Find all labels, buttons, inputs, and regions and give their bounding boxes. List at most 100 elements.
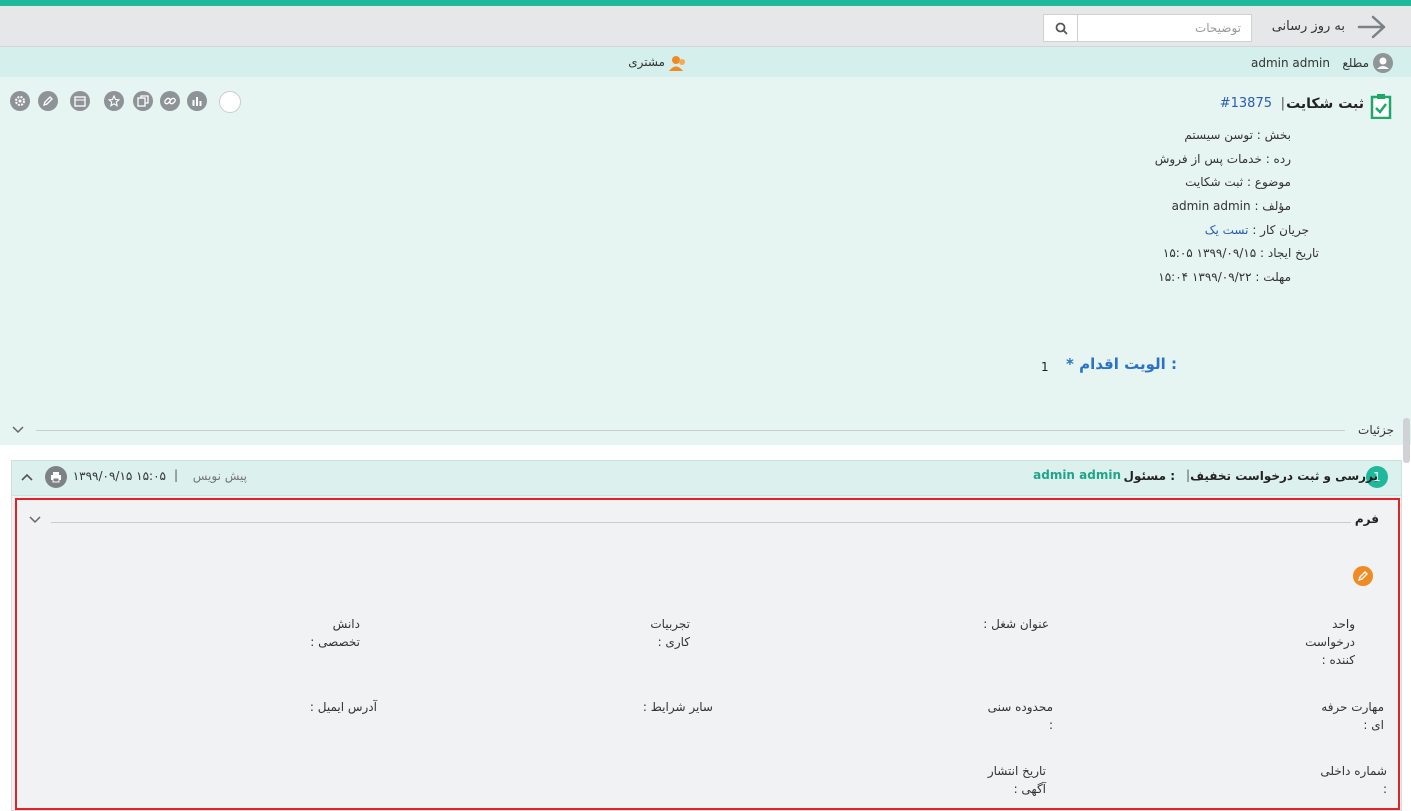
field-label-line: عنوان شغل : [983, 617, 1049, 631]
form-field-work-experience: تجربیات کاری : [650, 615, 690, 651]
field-label-line: تاریخ انتشار [987, 764, 1046, 778]
field-value: admin admin [1171, 199, 1251, 213]
field-subject: موضوع : ثبت شکایت [1185, 175, 1291, 189]
pencil-icon [42, 96, 53, 107]
step-title: بررسی و ثبت درخواست تخفیف [1190, 469, 1378, 483]
step-separator: | [1185, 468, 1190, 482]
link-button[interactable] [160, 91, 180, 111]
form-field-other-conditions: سایر شرایط : [643, 698, 713, 716]
workflow-link[interactable]: تست یک [1205, 223, 1249, 237]
field-value: توسن سیستم [1184, 128, 1253, 142]
form-field-extension: شماره داخلی : [1320, 762, 1387, 798]
user-avatar-icon [1373, 53, 1393, 73]
field-deadline: مهلت : ۱۳۹۹/۰۹/۲۲ ۱۵:۰۴ [1158, 270, 1291, 284]
field-created: تاریخ ایجاد : ۱۳۹۹/۰۹/۱۵ ۱۵:۰۵ [1163, 246, 1319, 260]
settings-button[interactable] [10, 91, 30, 111]
field-workflow: جریان کار : تست یک [1205, 223, 1309, 237]
step-status: پیش نویس [192, 469, 247, 483]
responsible-label: مسئول : [1123, 469, 1175, 483]
field-label-line: کاری : [657, 635, 690, 649]
chevron-down-icon[interactable] [12, 423, 24, 435]
field-label-line: تخصصی : [310, 635, 360, 649]
field-label-line: دانش [332, 617, 360, 631]
form-field-publish-date: تاریخ انتشار آگهی : [988, 762, 1046, 798]
field-label: مهلت : [1255, 270, 1291, 284]
field-label: تاریخ ایجاد : [1260, 246, 1319, 260]
field-value: خدمات پس از فروش [1154, 152, 1262, 166]
field-label: مؤلف : [1254, 199, 1291, 213]
refresh-button[interactable]: به روز رسانی [1272, 19, 1345, 34]
favorite-button[interactable] [104, 91, 124, 111]
field-label-line: : [1048, 718, 1053, 732]
form-divider [51, 522, 1351, 523]
search-input[interactable] [1077, 14, 1252, 42]
copy-icon [137, 95, 149, 107]
report-button[interactable] [187, 91, 207, 111]
details-section-header: جزئیات [0, 418, 1411, 444]
field-value: ۱۳۹۹/۰۹/۱۵ ۱۵:۰۵ [1162, 246, 1257, 260]
calendar-icon [74, 96, 86, 107]
field-value: ثبت شکایت [1185, 175, 1244, 189]
field-label-line: آدرس ایمیل : [309, 700, 377, 714]
field-label-line: آگهی : [1013, 782, 1046, 796]
title-separator: | [1280, 96, 1285, 111]
print-button[interactable] [45, 466, 67, 488]
ticket-title: ثبت شکایت [1286, 96, 1364, 112]
ticket-id-link[interactable]: #13875 [1220, 96, 1272, 111]
search-button[interactable] [1043, 14, 1078, 42]
field-label-line: مهارت حرفه [1321, 700, 1384, 714]
search-icon [1055, 22, 1068, 35]
scrollbar-thumb[interactable] [1403, 418, 1410, 463]
priority-label: * الویت اقدام : [1066, 355, 1177, 373]
customer-label: مشتری [628, 55, 665, 69]
form-field-expertise: دانش تخصصی : [310, 615, 360, 651]
field-label-line: سایر شرایط : [642, 700, 713, 714]
field-label-line: واحد [1332, 617, 1355, 631]
step-date: ۱۳۹۹/۰۹/۱۵ ۱۵:۰۵ [72, 469, 166, 483]
star-icon [108, 95, 120, 107]
field-label-line: کننده : [1321, 653, 1355, 667]
field-label-line: ای : [1363, 718, 1384, 732]
responsible-user: admin admin [1033, 468, 1121, 482]
form-field-age-range: محدوده سنی : [988, 698, 1053, 734]
field-category: رده : خدمات پس از فروش [1155, 152, 1291, 166]
field-label: موضوع : [1246, 175, 1291, 189]
form-highlight-box [15, 498, 1400, 810]
form-field-email: آدرس ایمیل : [310, 698, 377, 716]
field-label-line: تجربیات [650, 617, 690, 631]
field-value: ۱۳۹۹/۰۹/۲۲ ۱۵:۰۴ [1158, 270, 1252, 284]
step-separator: | [173, 468, 178, 482]
form-field-requesting-unit: واحد درخواست کننده : [1305, 615, 1355, 669]
field-label: بخش : [1256, 128, 1291, 142]
form-field-job-title: عنوان شغل : [983, 615, 1049, 633]
calendar-button[interactable] [70, 91, 90, 111]
copy-button[interactable] [133, 91, 153, 111]
form-edit-button[interactable] [1353, 566, 1373, 586]
chevron-down-icon[interactable] [29, 513, 41, 525]
field-label: جریان کار : [1252, 223, 1309, 237]
field-label-line: درخواست [1305, 635, 1355, 649]
edit-button[interactable] [38, 91, 58, 111]
bar-chart-icon [192, 97, 202, 106]
field-label-line: : [1382, 782, 1387, 796]
printer-icon [51, 472, 61, 483]
details-divider [36, 430, 1345, 431]
informed-user: admin admin [1250, 56, 1330, 70]
field-author: مؤلف : admin admin [1172, 199, 1291, 213]
link-icon [164, 97, 176, 105]
field-label-line: شماره داخلی [1320, 764, 1387, 778]
chevron-up-icon[interactable] [20, 471, 34, 483]
info-bar [0, 47, 1411, 77]
priority-value: 1 [1041, 360, 1049, 374]
details-label: جزئیات [1358, 423, 1394, 437]
field-label-line: محدوده سنی [987, 700, 1053, 714]
field-section: بخش : توسن سیستم [1184, 128, 1291, 142]
toolbar: به روز رسانی [0, 6, 1411, 47]
informed-label: مطلع [1342, 56, 1369, 70]
gear-icon [15, 96, 25, 106]
status-circle-toggle[interactable] [219, 91, 241, 113]
back-arrow-icon[interactable] [1357, 14, 1387, 40]
field-label: رده : [1265, 152, 1291, 166]
form-field-professional-skill: مهارت حرفه ای : [1321, 698, 1384, 734]
pencil-icon [1357, 571, 1368, 582]
